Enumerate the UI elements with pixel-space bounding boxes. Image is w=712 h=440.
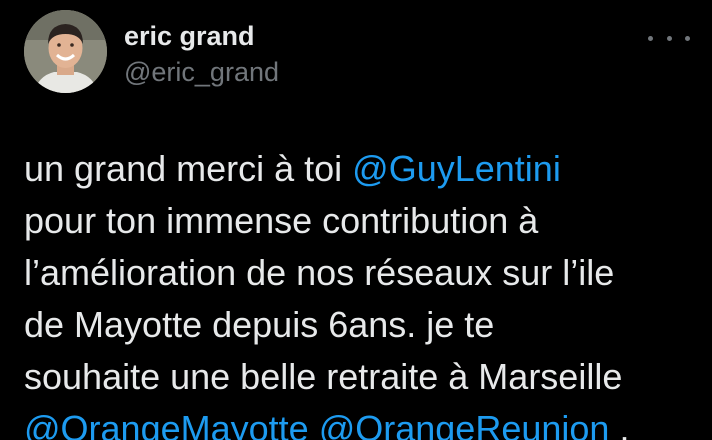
mention-link[interactable]: @OrangeMayotte xyxy=(24,408,309,440)
more-dot xyxy=(666,35,672,41)
tweet-line: pour ton immense contribution à xyxy=(24,200,539,241)
tweet-text: un grand merci à toi @GuyLentini pour to… xyxy=(24,143,704,440)
more-options-icon[interactable] xyxy=(648,28,690,48)
tweet-line: souhaite une belle retraite à Marseille xyxy=(24,356,623,397)
tweet-line: de Mayotte depuis 6ans. je te xyxy=(24,304,495,345)
tweet-line: @OrangeMayotte @OrangeReunion . xyxy=(24,403,704,440)
tweet-line: l’amélioration de nos réseaux sur l’ile xyxy=(24,252,615,293)
author-handle[interactable]: @eric_grand xyxy=(124,56,279,88)
tweet-text-segment: un grand merci à toi xyxy=(24,148,353,189)
mention-link[interactable]: @OrangeReunion xyxy=(319,408,610,440)
author-display-name[interactable]: eric grand xyxy=(124,20,255,52)
more-dot xyxy=(685,35,690,41)
tweet-text-segment: . xyxy=(609,408,630,440)
tweet-line: un grand merci à toi @GuyLentini xyxy=(24,143,704,195)
mention-link[interactable]: @GuyLentini xyxy=(352,148,561,189)
more-dot xyxy=(648,35,653,41)
tweet-card: eric grand @eric_grand un grand merci à … xyxy=(0,0,712,440)
avatar-photo xyxy=(24,10,107,93)
avatar[interactable] xyxy=(24,10,107,93)
